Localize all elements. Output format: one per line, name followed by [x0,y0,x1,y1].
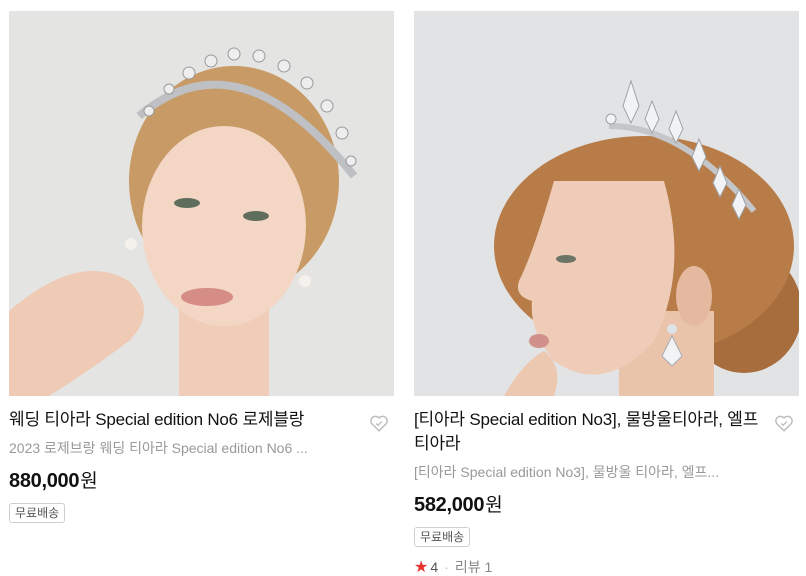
rating-value: 4 [430,559,439,575]
product-price: 880,000 [9,470,80,492]
price-unit: 원 [80,471,98,492]
product-subtitle: 2023 로제브랑 웨딩 티아라 Special edition No6 ... [9,440,308,456]
price-unit: 원 [485,495,503,516]
review-count[interactable]: 리뷰 1 [455,557,492,576]
product-subtitle: [티아라 Special edition No3], 물방울 티아라, 엘프..… [414,464,720,480]
product-grid: 웨딩 티아라 Special edition No6 로제블랑 2023 로제브… [0,0,806,576]
heart-outline-icon[interactable] [368,412,390,434]
separator-dot: · [444,559,449,575]
product-card[interactable]: [티아라 Special edition No3], 물방울티아라, 엘프티아라… [414,0,799,576]
product-title[interactable]: [티아라 Special edition No3], 물방울티아라, 엘프티아라 [414,408,765,456]
product-title[interactable]: 웨딩 티아라 Special edition No6 로제블랑 [9,408,360,432]
product-card[interactable]: 웨딩 티아라 Special edition No6 로제블랑 2023 로제브… [9,0,394,523]
star-icon: ★ [414,559,429,576]
heart-outline-icon[interactable] [773,412,795,434]
free-shipping-badge: 무료배송 [414,527,471,547]
product-image[interactable] [9,11,394,396]
rating-row: ★ 4 · 리뷰 1 [414,557,799,576]
free-shipping-badge: 무료배송 [9,503,66,523]
product-image[interactable] [414,11,799,396]
product-price: 582,000 [414,494,485,516]
